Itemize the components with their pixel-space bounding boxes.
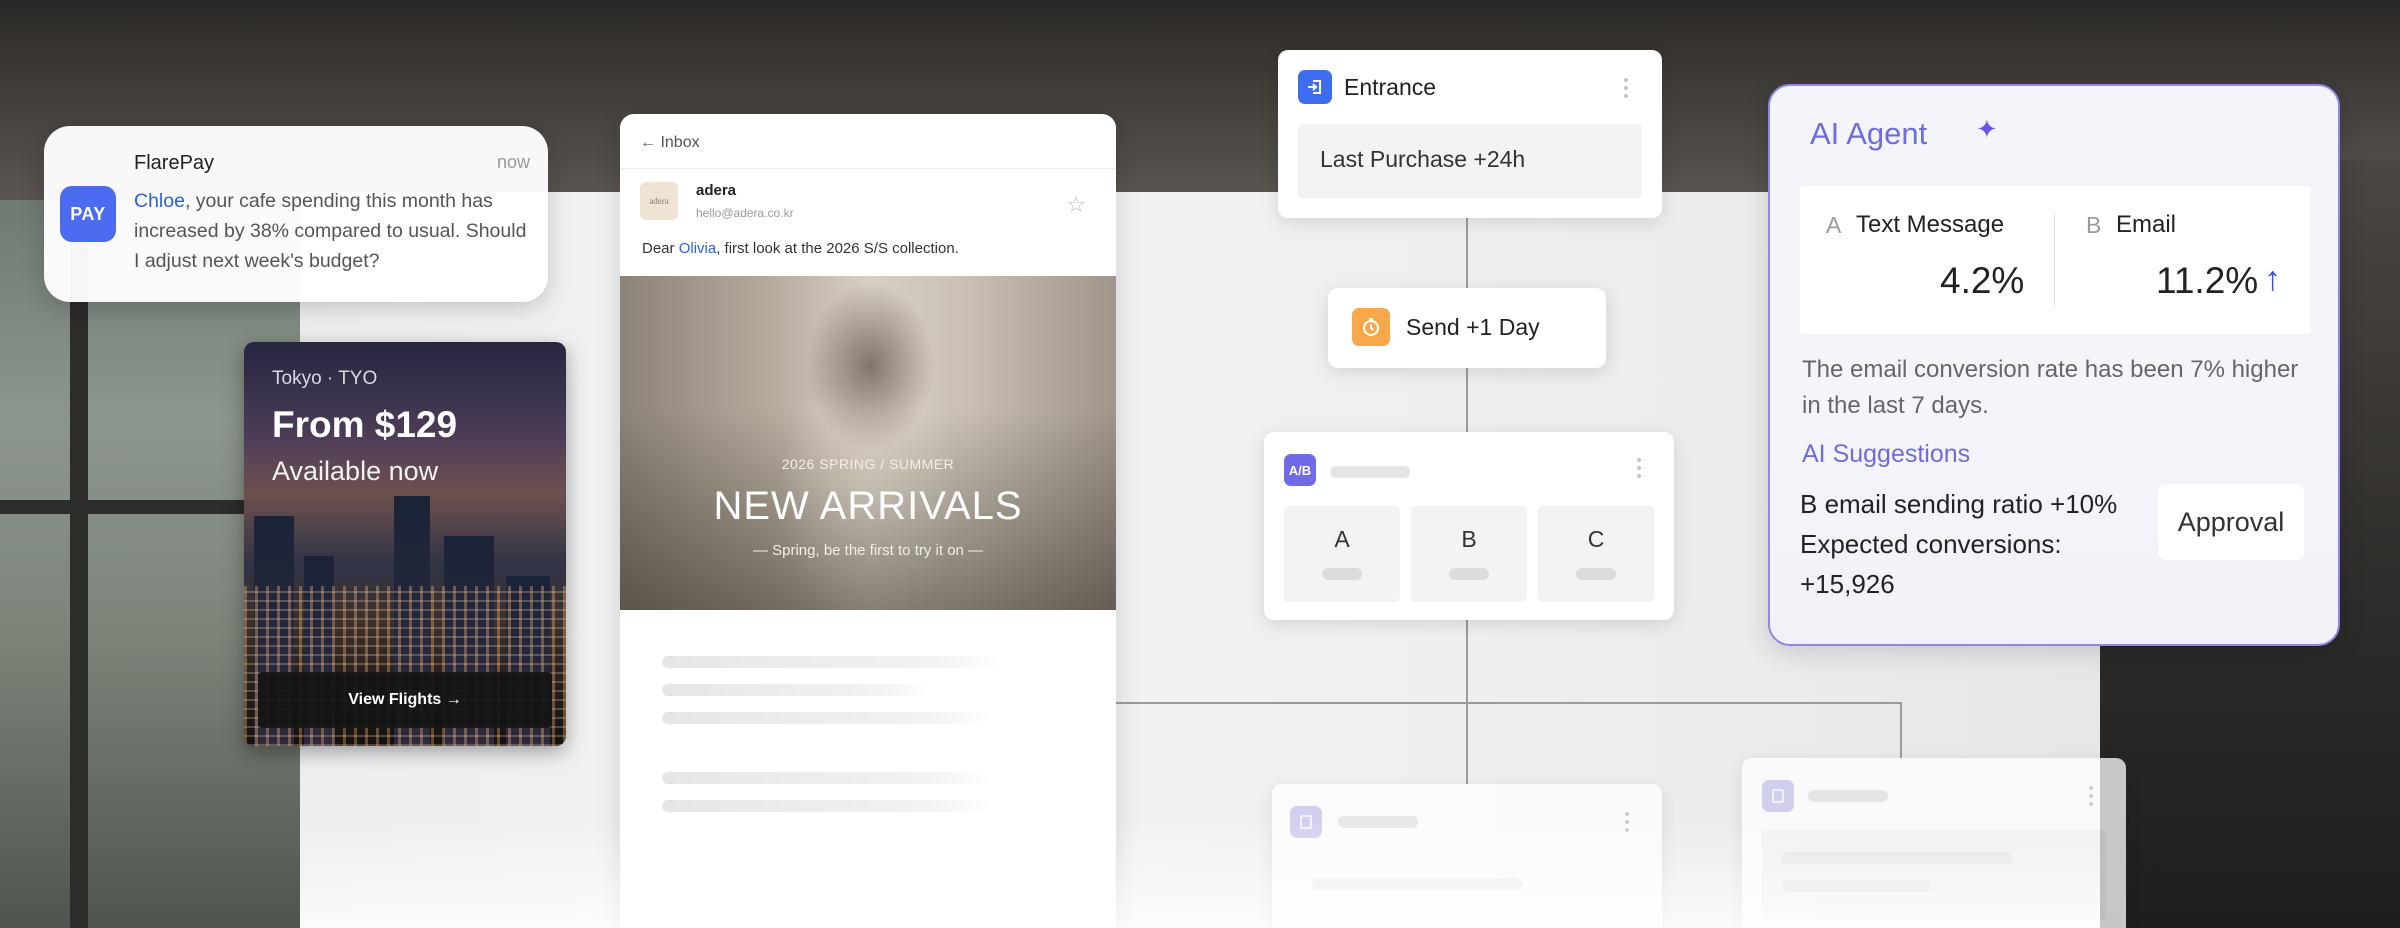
notification-time: now bbox=[496, 152, 530, 172]
notification-message-text: , your cafe spending this month has incr… bbox=[134, 190, 527, 272]
channel-b-letter: B bbox=[2086, 212, 2102, 238]
variant-placeholder bbox=[1576, 568, 1616, 580]
document-icon bbox=[1762, 780, 1794, 812]
channel-a-label: Text Message bbox=[1856, 211, 2005, 238]
view-flights-button[interactable]: View Flights → bbox=[258, 672, 552, 728]
sender-avatar: adera bbox=[640, 182, 678, 220]
more-options-icon[interactable] bbox=[2088, 786, 2094, 806]
flight-ad-card[interactable]: Tokyo · TYO From $129 Available now View… bbox=[244, 342, 566, 746]
title-placeholder bbox=[1330, 466, 1410, 478]
entrance-title: Entrance bbox=[1344, 74, 1437, 100]
variant-a[interactable]: A bbox=[1284, 506, 1400, 602]
entrance-node[interactable]: Entrance Last Purchase +24h bbox=[1278, 50, 1662, 218]
variant-label: C bbox=[1587, 526, 1605, 552]
delay-node[interactable]: Send +1 Day bbox=[1328, 288, 1606, 368]
suggestion-line: B email sending ratio +10% bbox=[1800, 489, 2118, 519]
hero-season: 2026 SPRING / SUMMER bbox=[781, 456, 955, 472]
channel-a-letter: A bbox=[1826, 212, 1842, 238]
arrow-up-icon: ↑ bbox=[2264, 260, 2281, 298]
variant-label: B bbox=[1461, 526, 1477, 552]
email-greeting: Dear Olivia, first look at the 2026 S/S … bbox=[642, 240, 959, 257]
ai-agent-panel: AI Agent ✦ A Text Message 4.2% B Email 1… bbox=[1768, 84, 2340, 646]
flarepay-app-icon: PAY bbox=[60, 186, 116, 242]
text-placeholder bbox=[662, 772, 992, 784]
divider bbox=[2054, 214, 2055, 306]
text-placeholder bbox=[662, 656, 1002, 668]
ai-suggestions-title: AI Suggestions bbox=[1802, 440, 1971, 468]
connector-line bbox=[1116, 702, 1902, 704]
variant-label: A bbox=[1334, 526, 1350, 552]
variant-c[interactable]: C bbox=[1538, 506, 1654, 602]
channel-b-label: Email bbox=[2116, 211, 2177, 238]
email-preview: ← Inbox adera adera hello@adera.co.kr ☆ … bbox=[620, 114, 1116, 928]
more-options-icon[interactable] bbox=[1636, 458, 1642, 478]
more-options-icon[interactable] bbox=[1623, 78, 1629, 98]
approval-button[interactable]: Approval bbox=[2158, 484, 2304, 560]
ai-suggestion-text: B email sending ratio +10% Expected conv… bbox=[1800, 484, 2140, 604]
sender-address: hello@adera.co.kr bbox=[696, 206, 794, 220]
connector-line bbox=[1466, 218, 1468, 288]
timer-icon bbox=[1352, 308, 1390, 346]
channel-a-value: 4.2% bbox=[1940, 260, 2025, 301]
channel-comparison: A Text Message 4.2% B Email 11.2% ↑ bbox=[1800, 186, 2310, 334]
entrance-condition[interactable]: Last Purchase +24h bbox=[1298, 124, 1642, 198]
notification-app-name: FlarePay bbox=[134, 152, 215, 174]
ab-split-icon: A/B bbox=[1284, 454, 1316, 486]
channel-b-value: 11.2% bbox=[2156, 260, 2259, 301]
variant-b[interactable]: B bbox=[1411, 506, 1527, 602]
entrance-condition-label: Last Purchase +24h bbox=[1320, 146, 1526, 172]
greeting-prefix: Dear bbox=[642, 240, 679, 257]
text-placeholder bbox=[662, 684, 932, 696]
variant-placeholder bbox=[1322, 568, 1362, 580]
canvas-fade bbox=[300, 820, 2100, 928]
hero-tagline: — Spring, be the first to try it on — bbox=[752, 542, 984, 559]
flight-availability: Available now bbox=[272, 456, 439, 486]
divider bbox=[620, 168, 1116, 169]
delay-title: Send +1 Day bbox=[1406, 314, 1540, 340]
hero-overlay bbox=[620, 276, 1116, 610]
ai-agent-insight: The email conversion rate has been 7% hi… bbox=[1802, 356, 2299, 419]
entrance-icon bbox=[1298, 70, 1332, 104]
flight-destination: Tokyo · TYO bbox=[272, 368, 378, 389]
notification-message: Chloe, your cafe spending this month has… bbox=[134, 186, 534, 276]
text-placeholder bbox=[662, 800, 992, 812]
variant-placeholder bbox=[1449, 568, 1489, 580]
greeting-name: Olivia bbox=[678, 240, 717, 257]
hero-headline: NEW ARRIVALS bbox=[713, 484, 1023, 528]
text-placeholder bbox=[662, 712, 992, 724]
title-placeholder bbox=[1808, 790, 1888, 802]
flight-price: From $129 bbox=[272, 404, 458, 445]
ai-agent-title: AI Agent bbox=[1810, 116, 1928, 151]
sparkle-icon: ✦ bbox=[1976, 114, 1998, 144]
star-icon[interactable]: ☆ bbox=[1066, 192, 1086, 218]
ab-split-node[interactable]: A/B A B C bbox=[1264, 432, 1674, 620]
connector-line bbox=[1900, 702, 1902, 758]
sender-name: adera bbox=[696, 182, 737, 199]
connector-line bbox=[1466, 368, 1468, 432]
back-to-inbox-link[interactable]: ← Inbox bbox=[640, 134, 700, 152]
notification-user-name: Chloe bbox=[134, 190, 185, 212]
suggestion-line: Expected conversions: +15,926 bbox=[1800, 529, 2062, 599]
greeting-suffix: , first look at the 2026 S/S collection. bbox=[716, 240, 959, 257]
push-notification[interactable]: PAY FlarePay now Chloe, your cafe spendi… bbox=[44, 126, 548, 302]
